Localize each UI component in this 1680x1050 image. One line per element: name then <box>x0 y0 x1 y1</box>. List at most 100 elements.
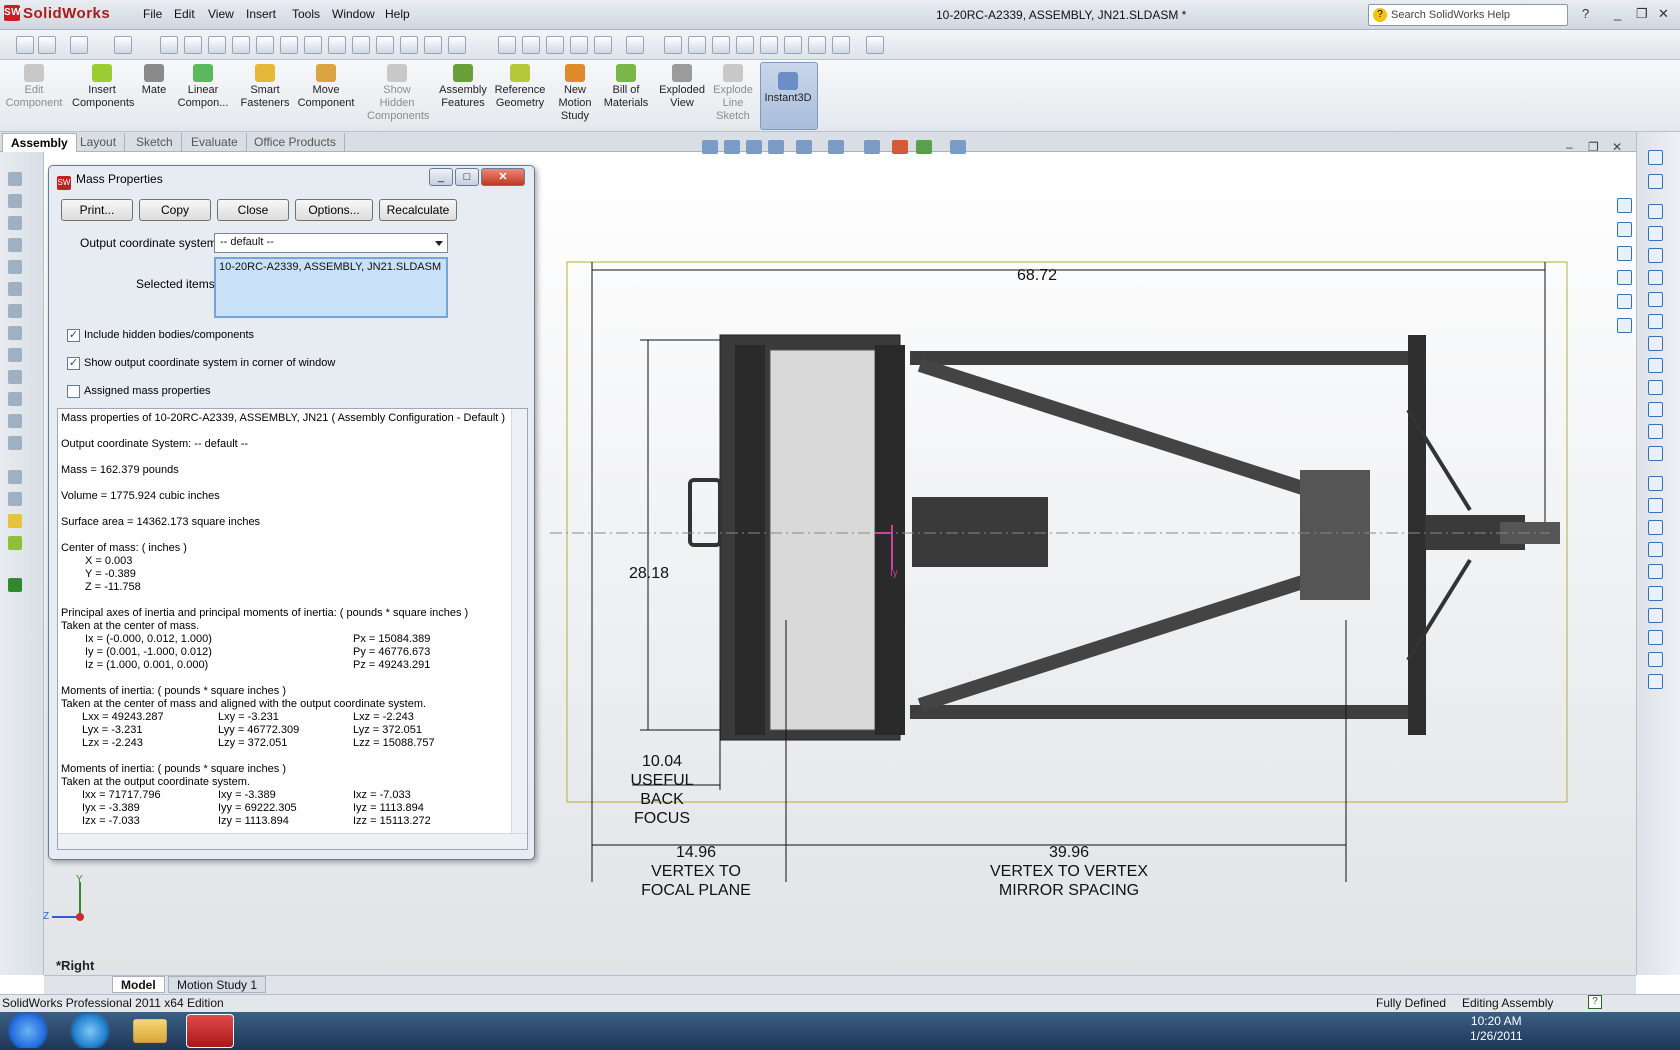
slot-icon[interactable] <box>1648 248 1663 263</box>
viewport-close-icon[interactable]: ✕ <box>1612 140 1622 154</box>
toolbar-icon[interactable] <box>784 36 802 54</box>
appearances-icon[interactable] <box>1617 294 1632 309</box>
viewport-restore-icon[interactable]: ❐ <box>1588 140 1599 154</box>
display-style-icon[interactable] <box>828 140 844 154</box>
toolbar-icon[interactable] <box>760 36 778 54</box>
smart-dimension-icon[interactable] <box>1648 174 1663 189</box>
assigned-mass-checkbox[interactable] <box>67 385 80 398</box>
zoom-to-fit-icon[interactable] <box>702 140 718 154</box>
sketch-tool-icon[interactable] <box>8 194 22 208</box>
tab-sketch[interactable]: Sketch <box>128 133 182 152</box>
display-relations-icon[interactable] <box>1648 608 1663 623</box>
recalculate-button[interactable]: Recalculate <box>379 199 457 221</box>
bill-of-materials-button[interactable]: Bill of Materials <box>596 64 656 110</box>
section-view-icon[interactable] <box>768 140 784 154</box>
start-button[interactable] <box>4 1014 52 1048</box>
view-palette-icon[interactable] <box>1617 270 1632 285</box>
sketch-tool-icon[interactable] <box>8 282 22 296</box>
toolbar-icon[interactable] <box>16 36 34 54</box>
sketch-tool-icon[interactable] <box>8 238 22 252</box>
trim-icon[interactable] <box>1648 476 1663 491</box>
show-output-coord-checkbox[interactable]: ✓ <box>67 357 80 370</box>
view-orientation-icon[interactable] <box>796 140 812 154</box>
toolbar-icon[interactable] <box>38 36 56 54</box>
show-hidden-components-button[interactable]: Show Hidden Components <box>367 64 429 123</box>
dialog-close-button[interactable]: ✕ <box>481 168 525 186</box>
home-icon[interactable] <box>1617 198 1632 213</box>
toolbar-icon[interactable] <box>664 36 682 54</box>
sketch-tool-icon[interactable] <box>8 216 22 230</box>
close-icon[interactable]: ✕ <box>1658 6 1669 22</box>
toolbar-icon[interactable] <box>184 36 202 54</box>
output-coord-select[interactable]: -- default -- <box>214 233 448 253</box>
assembly-features-button[interactable]: Assembly Features <box>433 64 493 110</box>
arc-icon[interactable] <box>1648 292 1663 307</box>
linear-component-pattern-button[interactable]: Linear Compon... <box>173 64 233 110</box>
viewport-minimize-icon[interactable]: – <box>1566 140 1573 154</box>
custom-properties-icon[interactable] <box>1617 318 1632 333</box>
toolbar-icon[interactable] <box>522 36 540 54</box>
dialog-maximize-button[interactable]: □ <box>455 168 479 186</box>
dialog-minimize-button[interactable]: _ <box>429 168 453 186</box>
tab-model[interactable]: Model <box>112 976 165 993</box>
menu-view[interactable]: View <box>208 7 234 21</box>
menu-tools[interactable]: Tools <box>292 7 320 21</box>
toolbar-icon[interactable] <box>232 36 250 54</box>
internet-explorer-icon[interactable] <box>66 1014 114 1048</box>
toolbar-icon[interactable] <box>400 36 418 54</box>
help-icon[interactable]: ? <box>1588 995 1602 1009</box>
appearance-icon[interactable] <box>114 36 132 54</box>
toolbar-icon[interactable] <box>832 36 850 54</box>
toolbar-icon[interactable] <box>376 36 394 54</box>
vertical-scrollbar[interactable] <box>511 409 527 833</box>
tab-assembly[interactable]: Assembly <box>2 133 77 152</box>
move-component-button[interactable]: Move Component <box>296 64 356 110</box>
design-library-icon[interactable] <box>1617 222 1632 237</box>
linear-sketch-pattern-icon[interactable] <box>1648 564 1663 579</box>
help-menu-icon[interactable]: ? <box>1582 6 1589 21</box>
insert-components-button[interactable]: Insert Components <box>72 64 134 110</box>
toolbar-icon[interactable] <box>808 36 826 54</box>
toolbar-icon[interactable] <box>866 36 884 54</box>
sketch-tool-icon[interactable] <box>8 304 22 318</box>
apply-scene-icon[interactable] <box>916 140 932 154</box>
reference-geometry-button[interactable]: Reference Geometry <box>490 64 550 110</box>
toolbar-icon[interactable] <box>594 36 612 54</box>
solidworks-taskbar-icon[interactable] <box>186 1014 234 1048</box>
menu-insert[interactable]: Insert <box>246 7 276 21</box>
file-explorer-icon[interactable] <box>1617 246 1632 261</box>
file-explorer-icon[interactable] <box>133 1019 167 1043</box>
plane-icon[interactable] <box>1648 424 1663 439</box>
spell-check-icon[interactable] <box>160 36 178 54</box>
sketch-tool-icon[interactable] <box>8 414 22 428</box>
dimension-vertex-focal-plane[interactable]: 14.96 VERTEX TO FOCAL PLANE <box>628 843 764 900</box>
toolbar-icon[interactable] <box>208 36 226 54</box>
tab-evaluate[interactable]: Evaluate <box>183 133 247 152</box>
toolbar-icon[interactable] <box>712 36 730 54</box>
hide-show-items-icon[interactable] <box>864 140 880 154</box>
sketch-tool-icon[interactable] <box>8 436 22 450</box>
sketch-tool-icon[interactable] <box>8 370 22 384</box>
text-icon[interactable] <box>1648 446 1663 461</box>
menu-help[interactable]: Help <box>385 7 410 21</box>
mirror-entities-icon[interactable] <box>1648 542 1663 557</box>
toolbar-icon[interactable] <box>626 36 644 54</box>
smart-fasteners-button[interactable]: Smart Fasteners <box>235 64 295 110</box>
toolbar-icon[interactable] <box>448 36 466 54</box>
toolbar-icon[interactable] <box>256 36 274 54</box>
offset-entities-icon[interactable] <box>1648 520 1663 535</box>
zoom-area-icon[interactable] <box>724 140 740 154</box>
close-button[interactable]: Close <box>217 199 289 221</box>
toolbar-icon[interactable] <box>688 36 706 54</box>
help-search-input[interactable]: ? Search SolidWorks Help <box>1368 4 1568 26</box>
dimension-back-focus[interactable]: 10.04 USEFUL BACK FOCUS <box>622 752 702 828</box>
point-icon[interactable] <box>1648 402 1663 417</box>
rapid-sketch-icon[interactable] <box>1648 674 1663 689</box>
sketch-tool-icon[interactable] <box>8 514 22 528</box>
sketch-tool-icon[interactable] <box>8 536 22 550</box>
restore-icon[interactable]: ❐ <box>1636 6 1648 22</box>
tab-motion-study-1[interactable]: Motion Study 1 <box>168 976 267 993</box>
menu-edit[interactable]: Edit <box>174 7 195 21</box>
spline-icon[interactable] <box>1648 314 1663 329</box>
sketch-icon[interactable] <box>1648 150 1663 165</box>
